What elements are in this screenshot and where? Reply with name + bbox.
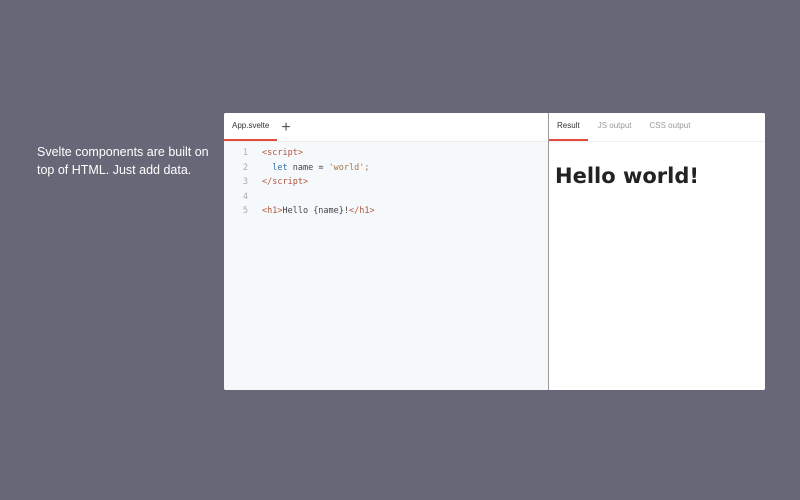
code-line: 4 bbox=[224, 190, 548, 205]
code-token: <script> bbox=[262, 148, 303, 158]
result-view: Hello world! bbox=[549, 142, 765, 188]
code-token: Hello {name}! bbox=[282, 206, 350, 216]
add-file-icon[interactable]: + bbox=[277, 115, 294, 141]
line-number: 2 bbox=[242, 162, 248, 173]
result-heading: Hello world! bbox=[555, 164, 699, 188]
code-token: </h1> bbox=[349, 206, 375, 216]
intro-text: Svelte components are built on top of HT… bbox=[37, 145, 209, 177]
line-number: 3 bbox=[242, 177, 248, 187]
output-pane: Result JS output CSS output Hello world! bbox=[549, 113, 765, 390]
line-number: 1 bbox=[242, 148, 248, 158]
tab-css-output[interactable]: CSS output bbox=[642, 113, 699, 141]
tab-result[interactable]: Result bbox=[549, 113, 588, 141]
code-token: <h1> bbox=[262, 206, 283, 216]
tab-js-output[interactable]: JS output bbox=[590, 113, 640, 141]
code-token: let bbox=[272, 162, 288, 173]
line-number: 4 bbox=[242, 191, 248, 202]
output-tabs: Result JS output CSS output bbox=[549, 113, 765, 142]
code-line: 5 <h1> Hello {name}! </h1> bbox=[224, 204, 548, 219]
code-line: 3 </script> bbox=[224, 175, 548, 190]
editor-tabs: App.svelte + bbox=[224, 113, 548, 142]
code-editor[interactable]: 1 <script> 2 let name = 'world'; 3 </scrip… bbox=[224, 142, 548, 219]
repl-widget: App.svelte + 1 <script> 2 let name = 'wor… bbox=[224, 113, 765, 390]
code-token: </script> bbox=[262, 177, 309, 187]
code-line: 2 let name = 'world'; bbox=[224, 161, 548, 176]
editor-pane: App.svelte + 1 <script> 2 let name = 'wor… bbox=[224, 113, 549, 390]
code-line: 1 <script> bbox=[224, 146, 548, 161]
code-token: name = bbox=[287, 162, 329, 173]
tab-app-svelte[interactable]: App.svelte bbox=[224, 113, 278, 141]
line-number: 5 bbox=[242, 206, 248, 216]
code-token: 'world'; bbox=[328, 162, 370, 173]
